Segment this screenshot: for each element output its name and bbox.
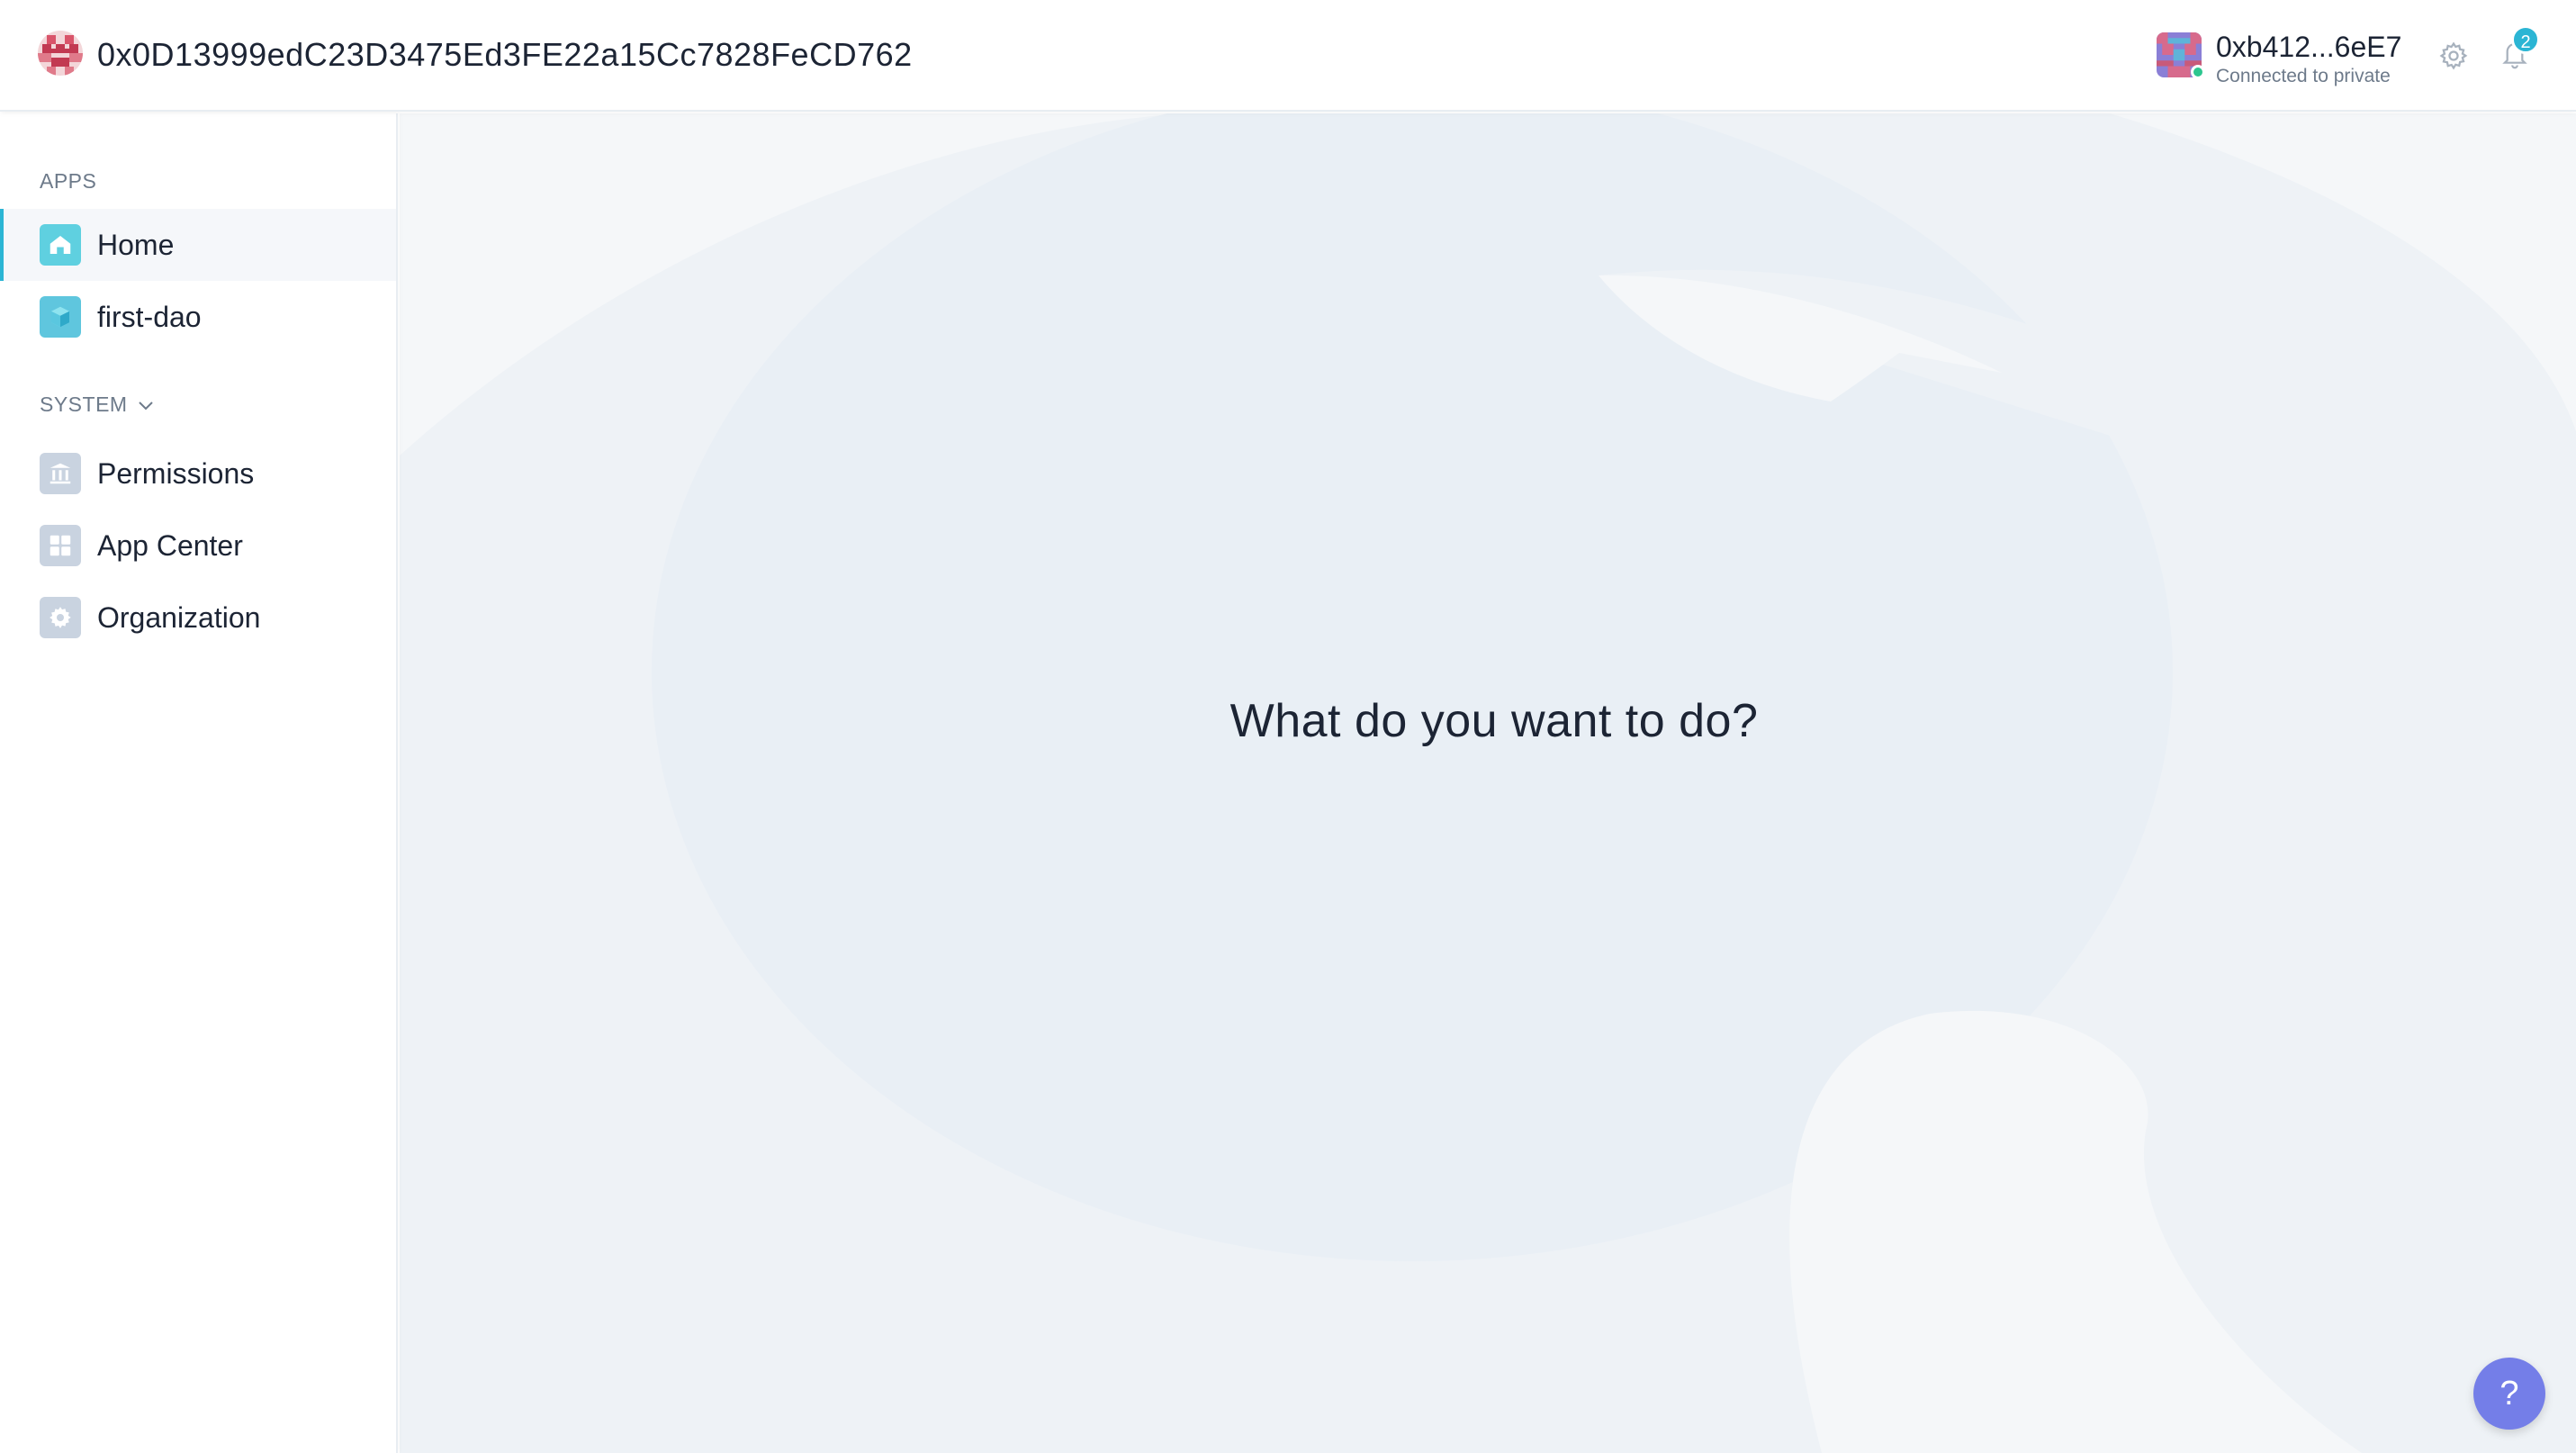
sidebar-item-label: Permissions [97, 457, 255, 490]
home-icon [40, 224, 81, 266]
chevron-down-icon[interactable] [135, 394, 157, 416]
system-section-label[interactable]: SYSTEM [40, 393, 128, 417]
apps-section-label: APPS [40, 169, 97, 193]
account-badge[interactable]: 0xb412...6eE7 Connected to private [2157, 31, 2409, 88]
sidebar-item-label: App Center [97, 529, 243, 562]
app-window: 0x0D13999edC23D3475Ed3FE22a15Cc7828FeCD7… [0, 0, 2576, 1453]
sidebar-item-label: Organization [97, 601, 261, 634]
sidebar: APPS Home first-dao SYSTEM Permissions A… [0, 113, 398, 1453]
connected-status-dot [2191, 65, 2205, 79]
grid-icon [40, 525, 81, 566]
main-content: What do you want to do? [400, 113, 2576, 1453]
sidebar-item-label: Home [97, 229, 175, 261]
sidebar-item-home[interactable]: Home [0, 209, 396, 281]
connection-status: Connected to private [2216, 66, 2391, 86]
bank-icon [40, 453, 81, 494]
sidebar-item-permissions[interactable]: Permissions [0, 438, 396, 510]
gear-icon [40, 597, 81, 638]
sidebar-item-label: first-dao [97, 301, 202, 333]
top-bar: 0x0D13999edC23D3475Ed3FE22a15Cc7828FeCD7… [0, 0, 2576, 112]
org-address: 0x0D13999edC23D3475Ed3FE22a15Cc7828FeCD7… [97, 36, 913, 73]
page-prompt: What do you want to do? [1229, 695, 1759, 747]
help-button[interactable]: ? [2473, 1358, 2545, 1430]
org-identicon[interactable] [38, 31, 83, 76]
account-address: 0xb412...6eE7 [2216, 31, 2402, 63]
sidebar-item-app-center[interactable]: App Center [0, 510, 396, 582]
app-cube-icon [40, 296, 81, 338]
notification-count-badge: 2 [2511, 25, 2540, 54]
sidebar-item-organization[interactable]: Organization [0, 582, 396, 654]
background-illustration [400, 113, 2576, 1453]
sidebar-item-first-dao[interactable]: first-dao [0, 281, 396, 353]
gear-icon[interactable] [2436, 38, 2472, 74]
